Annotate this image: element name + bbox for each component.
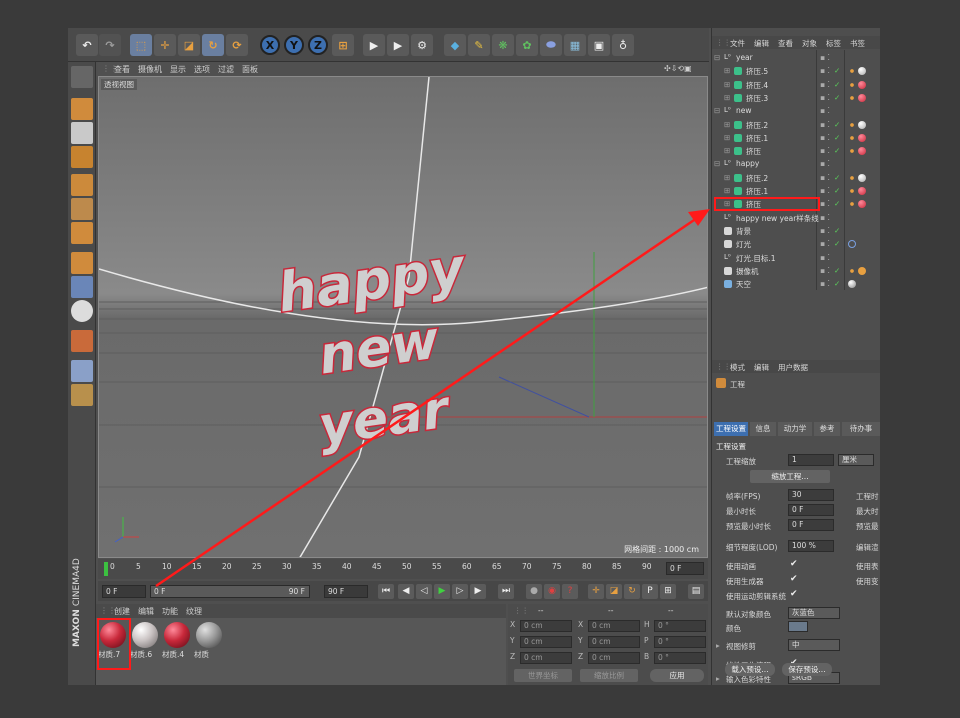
annotation-arrow (155, 209, 710, 588)
cinema4d-window: ↶ ↷ ⬚ ✛ ◪ ↻ ⟳ X Y Z ⊞ ▶ ▶ ⚙ ◆ ✎ ❋ ✿ ⬬ ▦ … (68, 28, 880, 685)
